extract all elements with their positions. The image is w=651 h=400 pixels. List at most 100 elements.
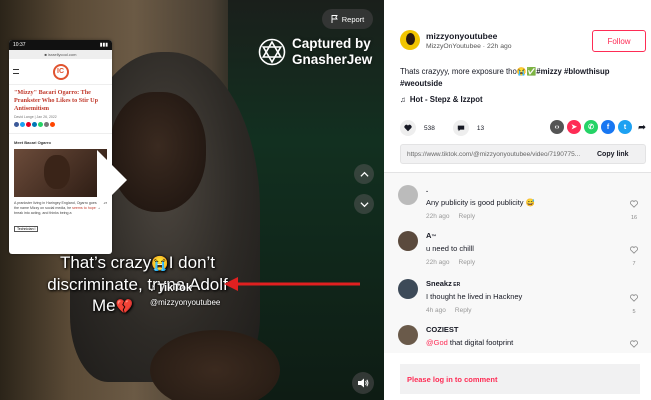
article-title: "Mizzy" Bacari Ogarro: The Prankster Who…	[14, 89, 99, 112]
previous-video-button[interactable]	[354, 164, 374, 184]
comment-author[interactable]: A™	[426, 231, 436, 240]
video-player[interactable]: 10:37 ▮▮▮ ■ israellycool.com IC "Mizzy" …	[0, 0, 384, 400]
report-label: Report	[341, 14, 365, 24]
mention-link[interactable]: @God	[426, 338, 448, 347]
comment-author[interactable]: Sneakz ER	[426, 279, 460, 288]
comment-meta: 4h ago Reply	[426, 307, 472, 314]
embed-icon[interactable]: ‹›	[550, 120, 564, 134]
music-link[interactable]: ♫ Hot - Stepz & Izzpot	[400, 95, 483, 104]
comment-avatar[interactable]	[398, 185, 418, 205]
music-title: Hot - Stepz & Izzpot	[409, 95, 483, 104]
tiktok-watermark: ♪ TikTok	[150, 282, 192, 294]
hamburger-icon	[13, 69, 19, 74]
tiktok-handle: @mizzyonyoutubee	[150, 298, 221, 307]
site-logo: IC	[52, 63, 69, 80]
comment-like[interactable]: 5	[629, 289, 639, 315]
share-icon[interactable]: ➦	[635, 120, 649, 134]
avatar[interactable]	[400, 30, 420, 50]
article-screenshot: 10:37 ▮▮▮ ■ israellycool.com IC "Mizzy" …	[9, 40, 112, 254]
whatsapp-icon	[38, 122, 43, 128]
caption-line1a: That’s crazy	[59, 253, 152, 272]
comment-avatar[interactable]	[398, 279, 418, 299]
like-button[interactable]	[400, 120, 416, 136]
music-note-icon: ♫	[400, 95, 406, 104]
comment-text: u need to chilll	[426, 244, 474, 253]
comment-author[interactable]: .	[426, 185, 428, 194]
send-icon[interactable]: ➤	[567, 120, 581, 134]
crying-emoji-icon: 😭	[151, 255, 169, 271]
details-panel: mizzyonyoutubee MizzyOnYoutubee · 22h ag…	[384, 0, 651, 400]
twitter-icon	[20, 122, 25, 128]
comment-like[interactable]: 16	[629, 195, 639, 221]
video-description: Thats crazyyy, more exposure tho😭✅#mizzy…	[400, 67, 610, 88]
video-caption: That’s crazy😭I don’t discriminate, tryna…	[30, 252, 245, 317]
author-subtitle: MizzyOnYoutubee · 22h ago	[426, 42, 512, 50]
emoji-icons: 😭✅	[516, 67, 537, 76]
heart-icon	[630, 340, 638, 348]
copy-link-box: https://www.tiktok.com/@mizzyonyoutubee/…	[400, 144, 646, 164]
comment-avatar[interactable]	[398, 231, 418, 251]
pinterest-icon	[26, 122, 31, 128]
report-button[interactable]: Report	[322, 9, 373, 29]
watermark: Captured by GnasherJew	[258, 36, 372, 68]
comment-meta: 22h ago Reply	[426, 259, 476, 266]
flag-icon	[331, 15, 338, 23]
reply-button[interactable]: Reply	[455, 307, 472, 314]
copy-link-button[interactable]: Copy link	[597, 151, 629, 158]
volume-button[interactable]	[352, 372, 374, 394]
phone-status-bar: 10:37 ▮▮▮	[9, 40, 112, 50]
site-header: IC	[9, 59, 112, 85]
chevron-up-icon	[359, 171, 369, 177]
reply-button[interactable]: Reply	[459, 259, 476, 266]
video-link[interactable]: https://www.tiktok.com/@mizzyonyoutubee/…	[401, 151, 591, 158]
comment-text: @God that digital footprint	[426, 338, 514, 347]
tiktok-label: TikTok	[157, 282, 192, 294]
reply-button[interactable]: Reply	[459, 213, 476, 220]
watermark-line1: Captured by	[292, 36, 371, 51]
person-hand	[150, 330, 280, 400]
comment-like[interactable]	[629, 335, 639, 353]
caption-line2: discriminate, tryna Adolf	[47, 275, 228, 294]
comment-text: I thought he lived in Hackney	[426, 292, 523, 301]
comment-icon	[457, 125, 465, 132]
author-info[interactable]: mizzyonyoutubee MizzyOnYoutubee · 22h ag…	[400, 30, 512, 50]
red-arrow	[224, 277, 360, 291]
share-icons-row	[9, 120, 112, 129]
comment-author[interactable]: COZIEST	[426, 325, 459, 334]
author-username[interactable]: mizzyonyoutubee	[426, 31, 512, 41]
login-prompt[interactable]: Please log in to comment	[407, 375, 497, 384]
comment-like[interactable]: 7	[629, 241, 639, 267]
email-icon	[44, 122, 49, 128]
reddit-icon	[50, 122, 55, 128]
article-tag: Technician I	[14, 226, 39, 233]
speech-bubble-pointer	[97, 150, 127, 210]
heart-icon	[630, 246, 638, 254]
heart-icon	[630, 294, 638, 302]
like-count: 538	[424, 124, 435, 132]
whatsapp-icon[interactable]: ✆	[584, 120, 598, 134]
chevron-down-icon	[359, 201, 369, 207]
smiling-emoji-icon: 😅	[525, 198, 535, 207]
comment-text: Any publicity is good publicity 😅	[426, 198, 535, 207]
comment-meta: 22h ago Reply	[426, 213, 476, 220]
comments-list[interactable]: . Any publicity is good publicity 😅 22h …	[384, 173, 651, 353]
phone-url-bar: ■ israellycool.com	[9, 50, 112, 59]
heart-icon	[630, 200, 638, 208]
login-to-comment-bar[interactable]: Please log in to comment	[400, 364, 640, 394]
article-photo	[14, 149, 107, 198]
tiktok-logo-icon: ♪	[150, 282, 156, 294]
twitter-icon[interactable]: t	[618, 120, 632, 134]
next-video-button[interactable]	[354, 194, 374, 214]
volume-icon	[358, 378, 369, 388]
comment-button[interactable]	[452, 120, 469, 136]
facebook-icon	[14, 122, 19, 128]
watermark-line2: GnasherJew	[292, 52, 373, 67]
broken-heart-icon: 💔	[115, 298, 134, 314]
phone-signal-icon: ▮▮▮	[99, 42, 108, 48]
comment-avatar[interactable]	[398, 325, 418, 345]
facebook-icon[interactable]: f	[601, 120, 615, 134]
caption-line1b: I don’t	[168, 253, 216, 272]
phone-time: 10:37	[13, 42, 26, 48]
heart-icon	[404, 124, 412, 132]
follow-button[interactable]: Follow	[592, 30, 646, 52]
